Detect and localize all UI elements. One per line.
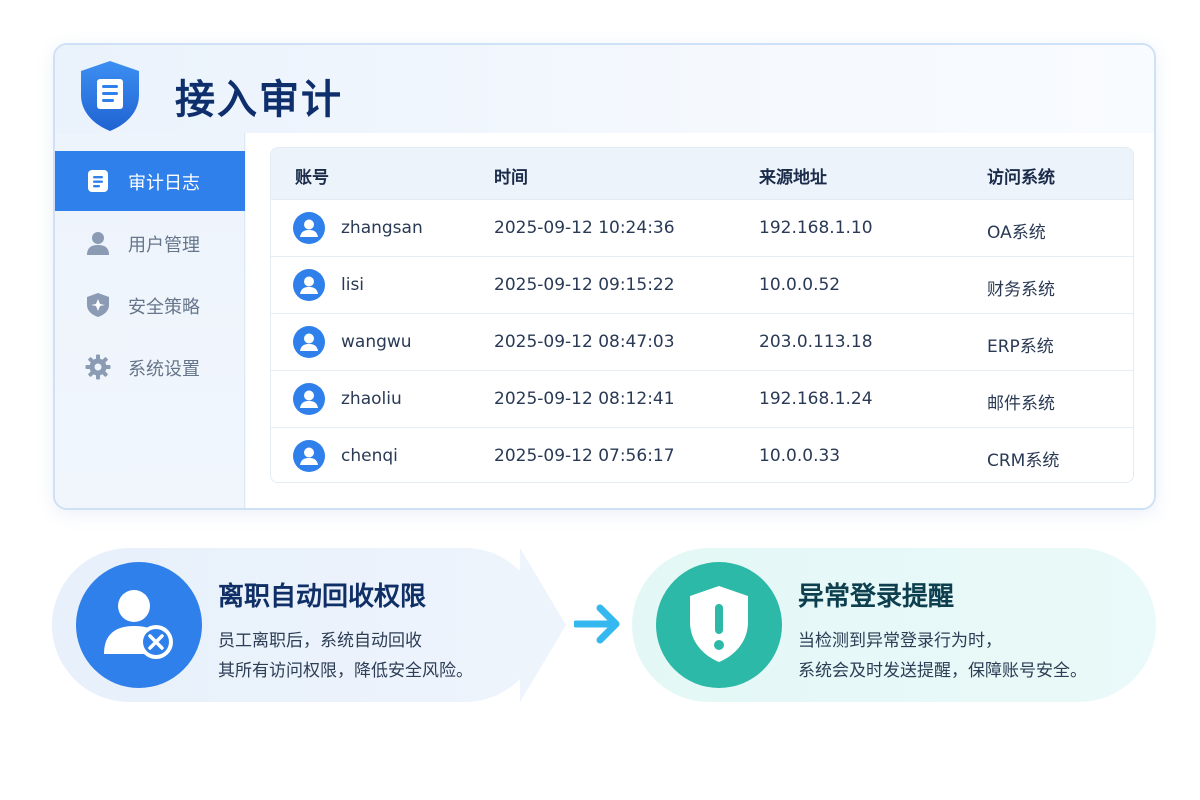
cell-account: chenqi — [341, 446, 398, 466]
cell-time: 2025-09-12 08:12:41 — [494, 389, 675, 409]
table-header: 账号 时间 来源地址 访问系统 — [271, 148, 1133, 200]
cell-access-system: OA系统 — [987, 223, 1046, 243]
card-title: 离职自动回收权限 — [218, 582, 427, 612]
table-row[interactable]: lisi 2025-09-12 09:15:22 10.0.0.52 财务系统 — [271, 257, 1133, 314]
cell-account: zhaoliu — [341, 389, 402, 409]
sidebar-item-label: 审计日志 — [128, 173, 200, 194]
cell-source-address: 192.168.1.10 — [759, 218, 873, 238]
shield-icon — [87, 293, 109, 317]
abnormal-login-alert-card: 异常登录提醒 当检测到异常登录行为时， 系统会及时发送提醒，保障账号安全。 — [632, 548, 1156, 702]
sidebar-item-label: 用户管理 — [128, 235, 200, 256]
offboard-revoke-card: 离职自动回收权限 员工离职后，系统自动回收 其所有访问权限，降低安全风险。 — [52, 548, 542, 702]
cell-account: zhangsan — [341, 218, 423, 238]
cell-time: 2025-09-12 08:47:03 — [494, 332, 675, 352]
cell-source-address: 203.0.113.18 — [759, 332, 873, 352]
avatar-icon — [293, 212, 325, 244]
user-icon — [87, 232, 109, 255]
sidebar-item-security-policy[interactable]: 安全策略 — [55, 275, 245, 335]
cell-time: 2025-09-12 10:24:36 — [494, 218, 675, 238]
cell-source-address: 10.0.0.33 — [759, 446, 841, 466]
column-header-time[interactable]: 时间 — [494, 163, 528, 188]
gear-icon — [85, 354, 111, 380]
avatar-icon — [293, 326, 325, 358]
sidebar-item-system-settings[interactable]: 系统设置 — [55, 337, 245, 397]
user-remove-icon — [76, 562, 202, 688]
cell-source-address: 10.0.0.52 — [759, 275, 841, 295]
arrow-right-icon — [574, 604, 620, 644]
cell-account: wangwu — [341, 332, 412, 352]
column-header-account[interactable]: 账号 — [295, 163, 329, 188]
document-icon — [88, 170, 108, 192]
cell-access-system: CRM系统 — [987, 451, 1060, 471]
cell-access-system: ERP系统 — [987, 337, 1054, 357]
column-header-access-system[interactable]: 访问系统 — [987, 163, 1055, 188]
sidebar-item-label: 安全策略 — [128, 297, 200, 318]
sidebar-item-audit-log[interactable]: 审计日志 — [55, 151, 245, 211]
card-description-line: 当检测到异常登录行为时， — [798, 631, 1002, 651]
audit-window: 接入审计 审计日志 用户管理 安全策略 系统设置 账号 时间 来源地址 访问系统… — [53, 43, 1156, 510]
card-description-line: 其所有访问权限，降低安全风险。 — [218, 661, 473, 681]
audit-log-table: 账号 时间 来源地址 访问系统 zhangsan 2025-09-12 10:2… — [270, 147, 1134, 483]
app-header: 接入审计 — [55, 45, 1154, 133]
sidebar: 审计日志 用户管理 安全策略 系统设置 — [55, 133, 245, 508]
card-description-line: 系统会及时发送提醒，保障账号安全。 — [798, 661, 1087, 681]
sidebar-item-label: 系统设置 — [128, 359, 200, 380]
table-row[interactable]: chenqi 2025-09-12 07:56:17 10.0.0.33 CRM… — [271, 428, 1133, 482]
card-description: 员工离职后，系统自动回收 其所有访问权限，降低安全风险。 — [218, 626, 473, 686]
cell-access-system: 邮件系统 — [987, 394, 1055, 414]
table-row[interactable]: zhangsan 2025-09-12 10:24:36 192.168.1.1… — [271, 200, 1133, 257]
table-row[interactable]: wangwu 2025-09-12 08:47:03 203.0.113.18 … — [271, 314, 1133, 371]
card-description-line: 员工离职后，系统自动回收 — [218, 631, 422, 651]
shield-document-logo-icon — [81, 61, 139, 131]
avatar-icon — [293, 269, 325, 301]
sidebar-item-user-management[interactable]: 用户管理 — [55, 213, 245, 273]
cell-source-address: 192.168.1.24 — [759, 389, 873, 409]
cell-account: lisi — [341, 275, 365, 295]
shield-alert-icon — [656, 562, 782, 688]
card-title: 异常登录提醒 — [798, 582, 955, 612]
page-title: 接入审计 — [175, 77, 343, 123]
table-row[interactable]: zhaoliu 2025-09-12 08:12:41 192.168.1.24… — [271, 371, 1133, 428]
avatar-icon — [293, 440, 325, 472]
cell-time: 2025-09-12 09:15:22 — [494, 275, 675, 295]
content-area: 账号 时间 来源地址 访问系统 zhangsan 2025-09-12 10:2… — [246, 133, 1154, 508]
cell-access-system: 财务系统 — [987, 280, 1055, 300]
cell-time: 2025-09-12 07:56:17 — [494, 446, 675, 466]
column-header-source-address[interactable]: 来源地址 — [759, 163, 827, 188]
avatar-icon — [293, 383, 325, 415]
card-description: 当检测到异常登录行为时， 系统会及时发送提醒，保障账号安全。 — [798, 626, 1087, 686]
